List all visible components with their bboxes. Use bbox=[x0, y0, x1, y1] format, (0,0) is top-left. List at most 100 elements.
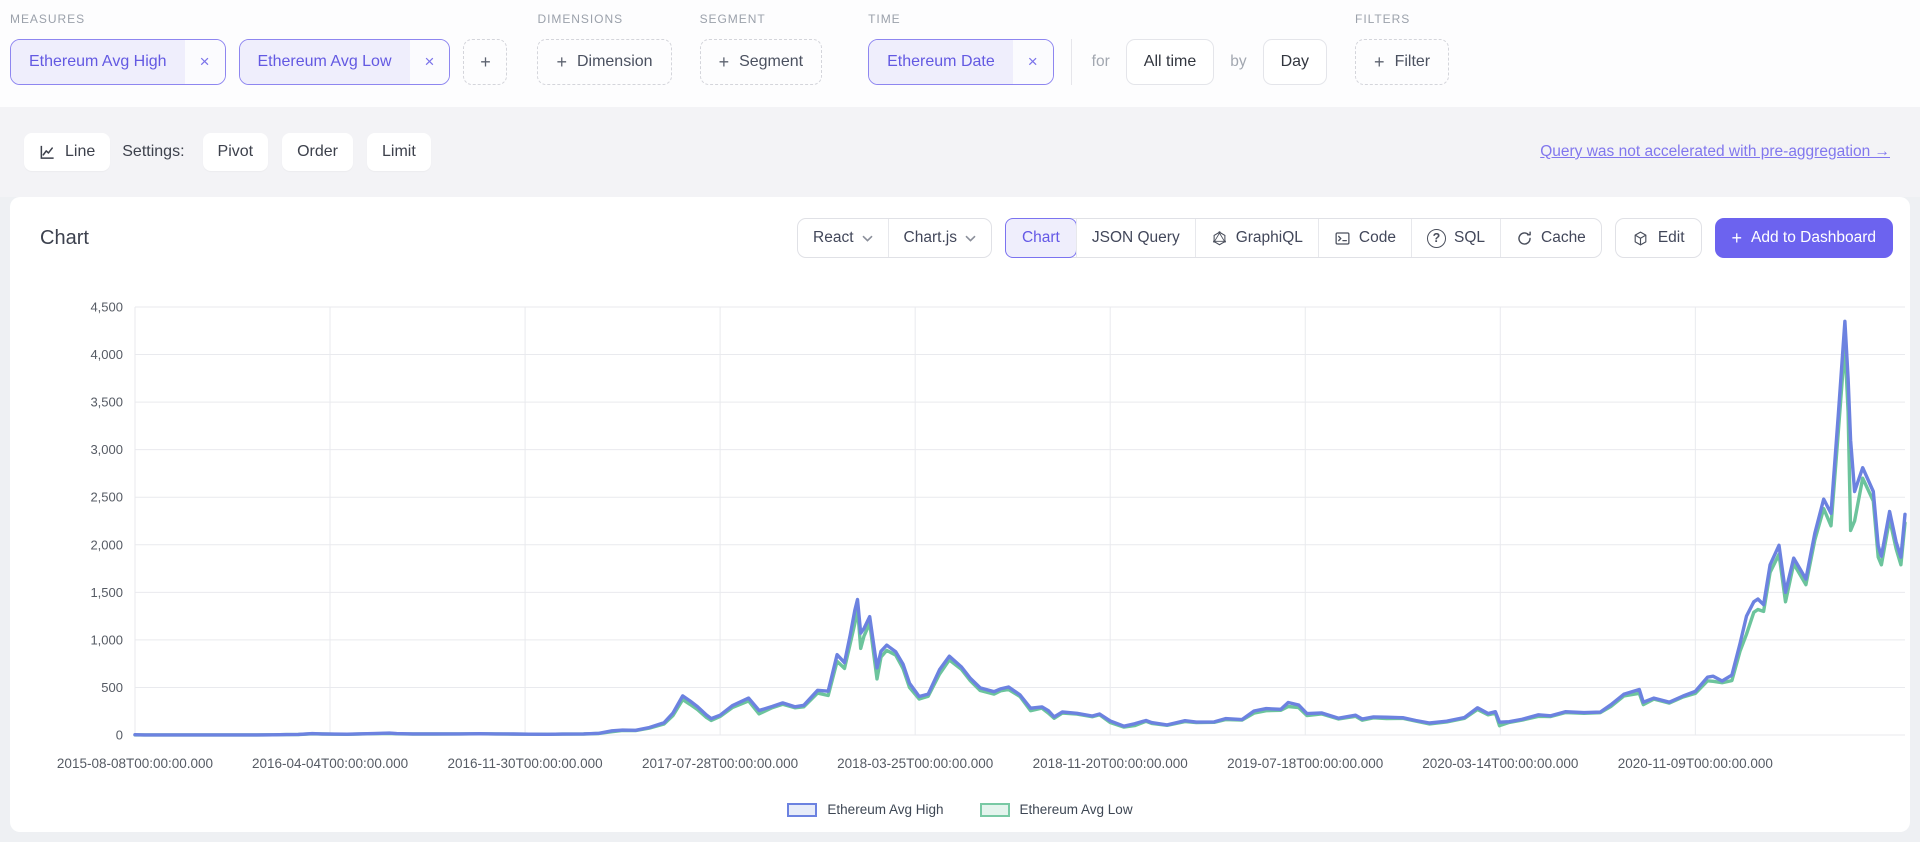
tab-cache[interactable]: Cache bbox=[1500, 219, 1601, 257]
y-axis-tick-label: 4,500 bbox=[90, 300, 123, 315]
x-axis-tick-label: 2016-04-04T00:00:00.000 bbox=[252, 756, 408, 771]
measures-label: MEASURES bbox=[10, 12, 507, 26]
edit-button-label: Edit bbox=[1658, 229, 1685, 247]
add-to-dashboard-button[interactable]: + Add to Dashboard bbox=[1715, 218, 1893, 258]
plus-icon: + bbox=[719, 52, 730, 73]
close-icon[interactable]: × bbox=[410, 40, 450, 84]
add-measure-button[interactable]: + bbox=[463, 39, 507, 85]
tab-graphiql-label: GraphiQL bbox=[1236, 229, 1303, 247]
library-select[interactable]: Chart.js bbox=[888, 219, 991, 257]
plus-icon: + bbox=[1374, 52, 1385, 73]
filters-label: FILTERS bbox=[1355, 12, 1449, 26]
y-axis-tick-label: 4,000 bbox=[90, 347, 123, 362]
add-segment-label: Segment bbox=[739, 53, 803, 71]
preaggregation-link[interactable]: Query was not accelerated with pre-aggre… bbox=[1540, 143, 1890, 161]
tab-graphiql[interactable]: GraphiQL bbox=[1195, 219, 1318, 257]
page-title: Chart bbox=[40, 227, 89, 250]
measure-chip-ethereum-avg-high[interactable]: Ethereum Avg High × bbox=[10, 39, 226, 85]
graphql-icon bbox=[1211, 230, 1228, 247]
time-label: TIME bbox=[868, 12, 1327, 26]
chart-legend: Ethereum Avg High Ethereum Avg Low bbox=[10, 802, 1910, 817]
y-axis-tick-label: 500 bbox=[101, 680, 123, 695]
chart-type-label: Line bbox=[65, 143, 95, 161]
measures-group: MEASURES Ethereum Avg High × Ethereum Av… bbox=[10, 12, 507, 85]
x-axis-tick-label: 2018-11-20T00:00:00.000 bbox=[1033, 756, 1188, 771]
filters-group: FILTERS + Filter bbox=[1355, 12, 1449, 85]
by-label: by bbox=[1230, 53, 1246, 71]
y-axis-tick-label: 3,000 bbox=[90, 442, 123, 457]
x-axis-tick-label: 2020-11-09T00:00:00.000 bbox=[1618, 756, 1773, 771]
settings-bar: Line Settings: Pivot Order Limit Query w… bbox=[0, 107, 1920, 197]
legend-item[interactable]: Ethereum Avg High bbox=[787, 802, 943, 817]
x-axis-tick-label: 2017-07-28T00:00:00.000 bbox=[642, 756, 798, 771]
add-filter-button[interactable]: + Filter bbox=[1355, 39, 1449, 85]
chart-card: Chart React Chart.js Chart JSON Query bbox=[10, 197, 1910, 832]
x-axis-tick-label: 2020-03-14T00:00:00.000 bbox=[1422, 756, 1578, 771]
date-range-button[interactable]: All time bbox=[1126, 39, 1214, 85]
divider bbox=[1071, 39, 1072, 85]
for-label: for bbox=[1092, 53, 1110, 71]
result-tabs: Chart JSON Query GraphiQL bbox=[1005, 218, 1602, 258]
x-axis-tick-label: 2015-08-08T00:00:00.000 bbox=[57, 756, 213, 771]
question-circle-icon: ? bbox=[1427, 229, 1446, 248]
query-builder-bar: MEASURES Ethereum Avg High × Ethereum Av… bbox=[0, 0, 1920, 107]
granularity-button[interactable]: Day bbox=[1263, 39, 1327, 85]
add-dimension-button[interactable]: + Dimension bbox=[537, 39, 671, 85]
x-axis-tick-label: 2016-11-30T00:00:00.000 bbox=[448, 756, 603, 771]
order-button[interactable]: Order bbox=[282, 133, 353, 171]
tab-json-query[interactable]: JSON Query bbox=[1076, 219, 1195, 257]
tab-sql[interactable]: ? SQL bbox=[1411, 219, 1500, 257]
y-axis-tick-label: 1,000 bbox=[90, 632, 123, 647]
tab-sql-label: SQL bbox=[1454, 229, 1485, 247]
time-group: TIME Ethereum Date × for All time by Day bbox=[868, 12, 1327, 85]
tab-chart[interactable]: Chart bbox=[1005, 218, 1077, 258]
framework-library-select-group: React Chart.js bbox=[797, 218, 992, 258]
close-icon[interactable]: × bbox=[185, 40, 225, 84]
add-filter-label: Filter bbox=[1395, 53, 1431, 71]
measure-chip-label: Ethereum Avg High bbox=[11, 40, 185, 84]
chart-type-button[interactable]: Line bbox=[24, 133, 110, 171]
tab-code[interactable]: Code bbox=[1318, 219, 1411, 257]
plus-icon: + bbox=[480, 52, 491, 73]
chevron-down-icon bbox=[965, 235, 976, 242]
close-icon[interactable]: × bbox=[1013, 40, 1053, 84]
settings-label: Settings: bbox=[122, 143, 184, 161]
legend-swatch bbox=[787, 803, 817, 817]
dimensions-label: DIMENSIONS bbox=[537, 12, 671, 26]
framework-select[interactable]: React bbox=[798, 219, 888, 257]
plus-icon: + bbox=[1732, 228, 1743, 249]
measure-chip-label: Ethereum Avg Low bbox=[240, 40, 410, 84]
segment-label: SEGMENT bbox=[700, 12, 823, 26]
add-segment-button[interactable]: + Segment bbox=[700, 39, 823, 85]
measure-chip-ethereum-avg-low[interactable]: Ethereum Avg Low × bbox=[239, 39, 451, 85]
x-axis-tick-label: 2019-07-18T00:00:00.000 bbox=[1227, 756, 1383, 771]
y-axis-tick-label: 3,500 bbox=[90, 395, 123, 410]
plus-icon: + bbox=[556, 52, 567, 73]
library-select-value: Chart.js bbox=[904, 229, 957, 247]
edit-button[interactable]: Edit bbox=[1615, 218, 1702, 258]
pivot-button[interactable]: Pivot bbox=[203, 133, 269, 171]
x-axis-tick-label: 2018-03-25T00:00:00.000 bbox=[837, 756, 993, 771]
line-chart: 05001,0001,5002,0002,5003,0003,5004,0004… bbox=[10, 290, 1910, 790]
y-axis-tick-label: 2,000 bbox=[90, 537, 123, 552]
y-axis-tick-label: 0 bbox=[116, 728, 123, 743]
tab-code-label: Code bbox=[1359, 229, 1396, 247]
refresh-icon bbox=[1516, 230, 1533, 247]
time-chip-label: Ethereum Date bbox=[869, 40, 1013, 84]
y-axis-tick-label: 1,500 bbox=[90, 585, 123, 600]
series-line-ethereum-avg-low bbox=[135, 345, 1905, 735]
limit-button[interactable]: Limit bbox=[367, 133, 431, 171]
segment-group: SEGMENT + Segment bbox=[700, 12, 823, 85]
legend-label: Ethereum Avg High bbox=[827, 802, 943, 817]
cube-icon bbox=[1632, 230, 1649, 247]
series-line-ethereum-avg-high bbox=[135, 321, 1905, 735]
legend-swatch bbox=[980, 803, 1010, 817]
chart-card-header: Chart React Chart.js Chart JSON Query bbox=[10, 197, 1910, 258]
add-to-dashboard-label: Add to Dashboard bbox=[1751, 229, 1876, 247]
framework-select-value: React bbox=[813, 229, 854, 247]
legend-item[interactable]: Ethereum Avg Low bbox=[980, 802, 1133, 817]
tab-cache-label: Cache bbox=[1541, 229, 1586, 247]
time-dimension-chip[interactable]: Ethereum Date × bbox=[868, 39, 1054, 85]
add-dimension-label: Dimension bbox=[577, 53, 653, 71]
legend-label: Ethereum Avg Low bbox=[1020, 802, 1133, 817]
